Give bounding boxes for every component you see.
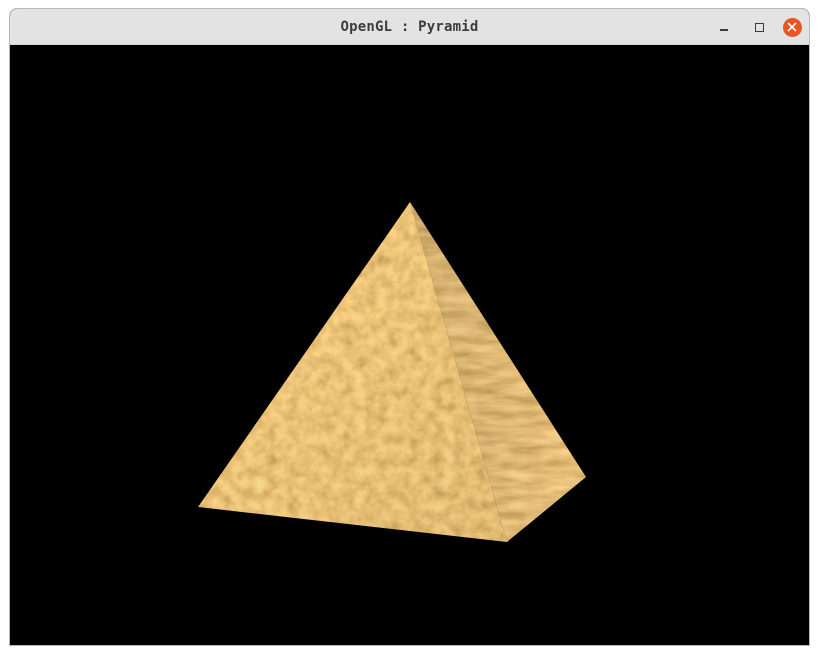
close-icon <box>782 17 802 37</box>
close-button[interactable] <box>782 17 802 37</box>
app-window: OpenGL : Pyramid <box>9 8 810 646</box>
minimize-icon <box>720 29 728 31</box>
maximize-button[interactable] <box>749 17 769 37</box>
gl-viewport[interactable] <box>10 45 809 645</box>
minimize-button[interactable] <box>714 17 734 37</box>
pyramid-render <box>198 202 586 542</box>
title-bar[interactable]: OpenGL : Pyramid <box>10 9 809 45</box>
maximize-icon <box>754 22 764 32</box>
window-title: OpenGL : Pyramid <box>340 19 479 35</box>
